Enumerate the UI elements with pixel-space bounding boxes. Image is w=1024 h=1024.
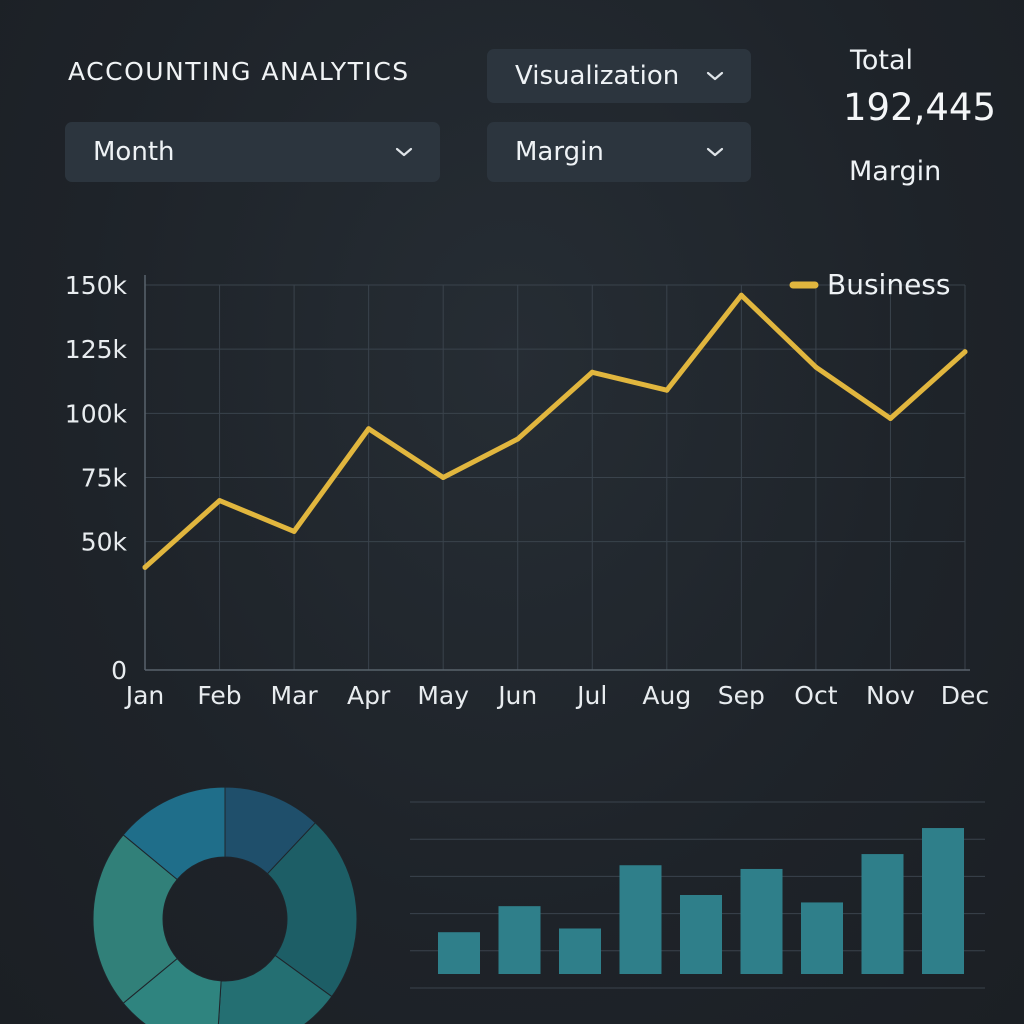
y-tick-label: 0 bbox=[111, 656, 127, 685]
x-tick-label: Oct bbox=[794, 681, 837, 710]
data-point bbox=[813, 364, 819, 370]
data-point bbox=[217, 498, 223, 504]
y-tick-label: 75k bbox=[81, 464, 128, 493]
kpi-metric: Margin bbox=[849, 156, 942, 187]
bar-chart bbox=[410, 801, 985, 989]
metric-dropdown-label: Margin bbox=[515, 137, 604, 167]
metric-dropdown[interactable]: Margin bbox=[487, 122, 751, 182]
x-tick-label: Mar bbox=[271, 681, 319, 710]
x-tick-label: Dec bbox=[941, 681, 989, 710]
bar bbox=[922, 828, 964, 974]
chevron-down-icon bbox=[706, 71, 724, 81]
donut-chart bbox=[92, 786, 358, 1024]
bar bbox=[498, 906, 541, 974]
bar bbox=[559, 928, 601, 974]
chevron-down-icon bbox=[706, 147, 724, 157]
x-tick-label: Feb bbox=[197, 681, 241, 710]
y-tick-label: 125k bbox=[65, 335, 128, 364]
bar bbox=[740, 868, 783, 974]
period-dropdown-label: Month bbox=[93, 137, 175, 167]
data-point bbox=[366, 426, 372, 432]
kpi-value: 192,445 bbox=[843, 86, 997, 129]
bar bbox=[801, 902, 843, 974]
kpi-caption: Total bbox=[850, 45, 914, 76]
data-point bbox=[515, 436, 521, 442]
y-tick-label: 150k bbox=[65, 271, 128, 300]
visualization-dropdown-label: Visualization bbox=[515, 61, 680, 91]
x-tick-label: May bbox=[417, 681, 469, 710]
x-tick-label: Sep bbox=[718, 681, 765, 710]
legend-label-business: Business bbox=[827, 268, 950, 301]
series-line-business bbox=[142, 292, 968, 570]
data-point bbox=[738, 292, 744, 298]
data-point bbox=[440, 475, 446, 480]
data-point bbox=[664, 387, 670, 393]
bar bbox=[861, 854, 904, 974]
chevron-down-icon bbox=[395, 147, 413, 157]
visualization-dropdown[interactable]: Visualization bbox=[487, 49, 751, 103]
line-chart: 0 50k 75k 100k 125k 150k Jan Feb Mar Apr May Jun Jul… bbox=[65, 268, 989, 710]
x-tick-label: Nov bbox=[866, 681, 915, 710]
data-point bbox=[142, 564, 148, 570]
bar bbox=[619, 865, 662, 974]
data-point bbox=[962, 349, 968, 355]
app-title: ACCOUNTING ANALYTICS bbox=[68, 57, 410, 86]
data-point bbox=[291, 528, 297, 534]
period-dropdown[interactable]: Month bbox=[65, 122, 440, 182]
data-point bbox=[589, 369, 595, 375]
y-tick-label: 100k bbox=[65, 399, 128, 428]
y-tick-label: 50k bbox=[81, 528, 128, 557]
x-tick-label: Aug bbox=[642, 681, 691, 710]
data-point bbox=[887, 415, 893, 421]
x-tick-label: Jun bbox=[496, 681, 537, 710]
x-tick-label: Apr bbox=[347, 681, 391, 710]
bar bbox=[438, 932, 480, 974]
x-tick-label: Jul bbox=[575, 681, 607, 710]
bar bbox=[680, 895, 722, 974]
x-tick-label: Jan bbox=[124, 681, 165, 710]
